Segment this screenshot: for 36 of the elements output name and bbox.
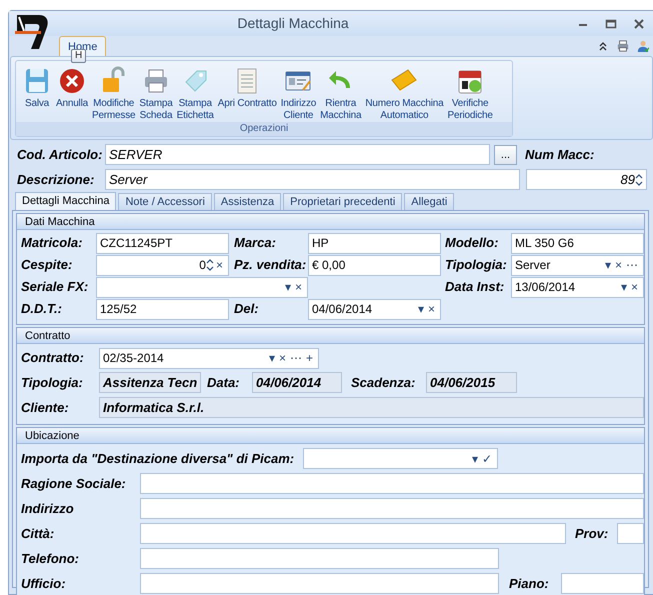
field-label: D.D.T.:: [21, 300, 63, 318]
read-only-field: 04/06/2014: [252, 372, 342, 393]
read-only-field: Assitenza Tecn: [99, 372, 201, 393]
field-label: Data Inst:: [445, 278, 506, 296]
field-label: Indirizzo: [21, 500, 75, 518]
group-label: Operazioni: [16, 122, 512, 136]
field-label: Importa da "Destinazione diversa" di Picam:: [21, 450, 296, 468]
field-label: Cliente:: [21, 398, 70, 417]
field-label: Prov:: [575, 524, 610, 543]
field-label: Pz. vendita:: [234, 256, 308, 274]
field-label: Telefono:: [21, 550, 80, 568]
key-tip-tooltip: H: [71, 49, 86, 63]
field-label: Num Macc:: [525, 146, 594, 164]
field-label: Ragione Sociale:: [21, 474, 127, 493]
field-label: Cod. Articolo:: [16, 146, 104, 164]
read-only-field: 04/06/2015: [426, 372, 517, 393]
field-label: Tipologia:: [21, 374, 84, 392]
window-title: Dettagli Macchina: [237, 14, 349, 33]
field-label: Piano:: [509, 574, 550, 593]
field-label: Del:: [234, 300, 260, 318]
field-label: Contratto:: [21, 349, 85, 368]
field-label: Marca:: [234, 234, 277, 252]
section-header: Contratto: [17, 328, 644, 344]
section-header: Dati Macchina: [17, 214, 644, 230]
field-label: Scadenza:: [351, 374, 416, 392]
read-only-field: Informatica S.r.l.: [99, 397, 644, 418]
field-label: Descrizione:: [16, 170, 96, 189]
field-label: Città:: [21, 524, 56, 543]
field-label: Tipologia:: [445, 256, 508, 274]
field-label: Ufficio:: [21, 574, 67, 593]
field-label: Seriale FX:: [21, 278, 90, 296]
field-label: Matricola:: [21, 234, 84, 252]
field-label: Cespite:: [21, 256, 74, 274]
section-header: Ubicazione: [17, 428, 644, 444]
field-label: Data:: [207, 374, 241, 392]
field-label: Modello:: [445, 234, 500, 252]
